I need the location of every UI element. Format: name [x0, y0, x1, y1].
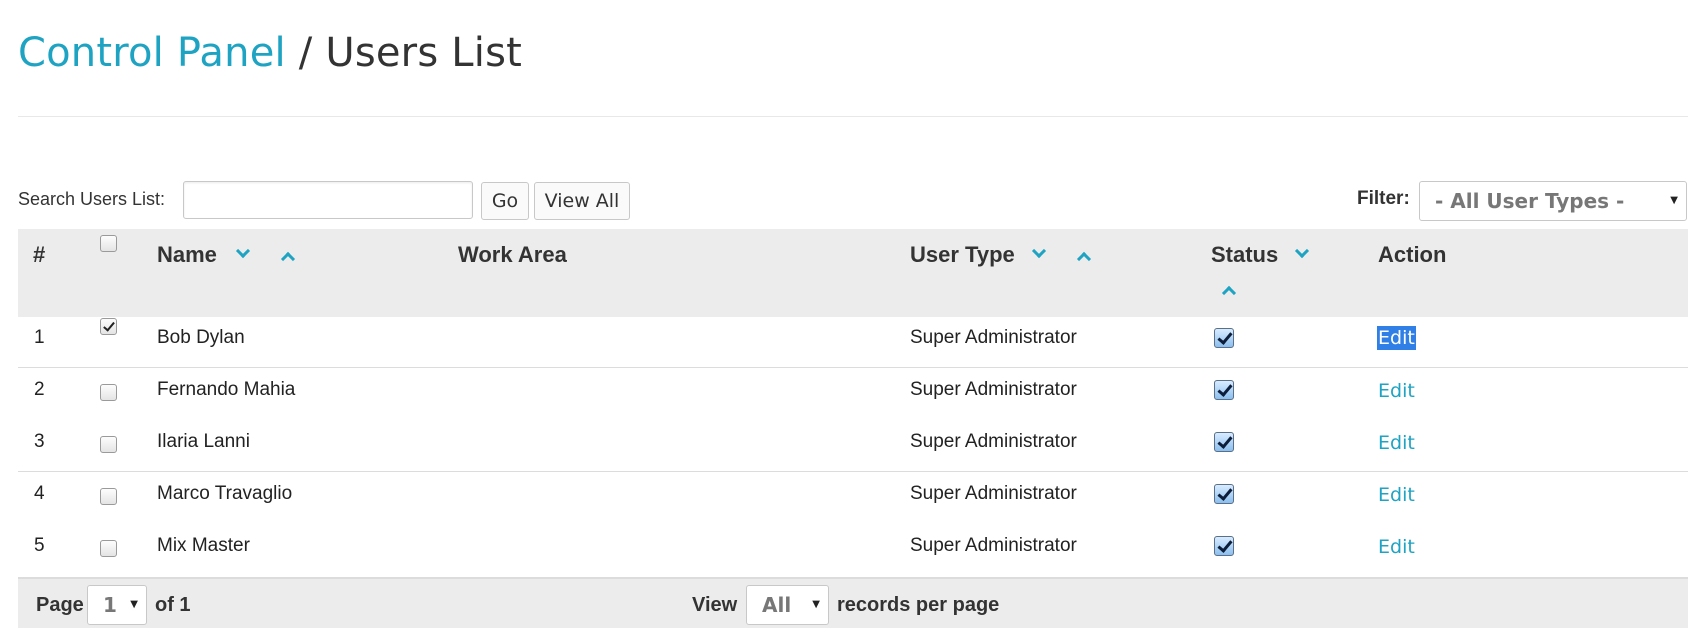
user-type: Super Administrator: [910, 431, 1077, 452]
row-index: 5: [34, 535, 45, 556]
edit-link[interactable]: Edit: [1377, 326, 1416, 350]
column-header-action: Action: [1378, 242, 1447, 267]
sort-user-type-asc-chevron-up-icon[interactable]: [1076, 251, 1092, 267]
row-divider: [18, 367, 1688, 368]
sort-user-type-desc-chevron-down-icon[interactable]: [1031, 243, 1047, 259]
user-type: Super Administrator: [910, 379, 1077, 400]
row-divider: [18, 471, 1688, 472]
user-name: Fernando Mahia: [157, 379, 296, 400]
row-index: 2: [34, 379, 45, 400]
filter-label: Filter:: [1357, 188, 1410, 209]
column-header-status: Status: [1211, 242, 1279, 267]
row-select-checkbox[interactable]: [100, 384, 117, 401]
sort-status-desc-chevron-down-icon[interactable]: [1294, 243, 1310, 259]
page-count-label: of 1: [155, 594, 191, 616]
user-name: Mix Master: [157, 535, 250, 556]
page-number-value: 1: [103, 593, 117, 617]
sort-name-desc-chevron-down-icon[interactable]: [235, 243, 251, 259]
row-index: 1: [34, 327, 45, 348]
records-per-page-label: records per page: [837, 594, 1000, 616]
breadcrumb-separator: /: [285, 30, 326, 76]
row-select-checkbox[interactable]: [100, 318, 117, 335]
row-index: 4: [34, 483, 45, 504]
edit-link[interactable]: Edit: [1378, 380, 1415, 402]
page-title: Control Panel / Users List: [18, 30, 522, 76]
select-all-checkbox[interactable]: [100, 235, 117, 252]
row-select-checkbox[interactable]: [100, 540, 117, 557]
edit-link[interactable]: Edit: [1378, 432, 1415, 454]
page-number-select[interactable]: 1 ▼: [87, 585, 147, 625]
status-active-checkbox[interactable]: [1214, 380, 1234, 400]
column-header-work-area: Work Area: [458, 242, 567, 267]
user-type: Super Administrator: [910, 483, 1077, 504]
status-active-checkbox[interactable]: [1214, 328, 1234, 348]
records-per-page-select[interactable]: All ▼: [746, 585, 829, 625]
title-divider: [18, 116, 1688, 117]
user-type: Super Administrator: [910, 327, 1077, 348]
dropdown-arrow-icon: ▼: [130, 599, 138, 610]
user-type: Super Administrator: [910, 535, 1077, 556]
row-select-checkbox[interactable]: [100, 436, 117, 453]
user-name: Marco Travaglio: [157, 483, 293, 504]
user-type-filter-value: - All User Types -: [1435, 189, 1625, 213]
search-label: Search Users List:: [18, 189, 166, 209]
column-header-index: #: [33, 242, 46, 267]
column-header-user-type: User Type: [910, 242, 1015, 267]
status-active-checkbox[interactable]: [1214, 536, 1234, 556]
dropdown-arrow-icon: ▼: [1670, 195, 1678, 206]
records-per-page-value: All: [762, 593, 792, 617]
user-name: Bob Dylan: [157, 327, 245, 348]
status-active-checkbox[interactable]: [1214, 484, 1234, 504]
row-index: 3: [34, 431, 45, 452]
edit-link[interactable]: Edit: [1378, 484, 1415, 506]
page-label: Page: [36, 594, 84, 616]
dropdown-arrow-icon: ▼: [812, 599, 820, 610]
user-name: Ilaria Lanni: [157, 431, 250, 452]
view-label: View: [692, 594, 738, 616]
user-type-filter-select[interactable]: - All User Types - ▼: [1419, 181, 1687, 221]
go-button[interactable]: Go: [481, 182, 529, 220]
edit-link[interactable]: Edit: [1378, 536, 1415, 558]
search-input[interactable]: [183, 181, 473, 219]
column-header-name: Name: [157, 242, 217, 267]
view-all-button[interactable]: View All: [534, 182, 630, 220]
status-active-checkbox[interactable]: [1214, 432, 1234, 452]
breadcrumb-current: Users List: [325, 30, 522, 76]
row-select-checkbox[interactable]: [100, 488, 117, 505]
breadcrumb-control-panel-link[interactable]: Control Panel: [18, 30, 286, 76]
sort-name-asc-chevron-up-icon[interactable]: [280, 251, 296, 267]
sort-status-asc-chevron-up-icon[interactable]: [1221, 285, 1237, 301]
